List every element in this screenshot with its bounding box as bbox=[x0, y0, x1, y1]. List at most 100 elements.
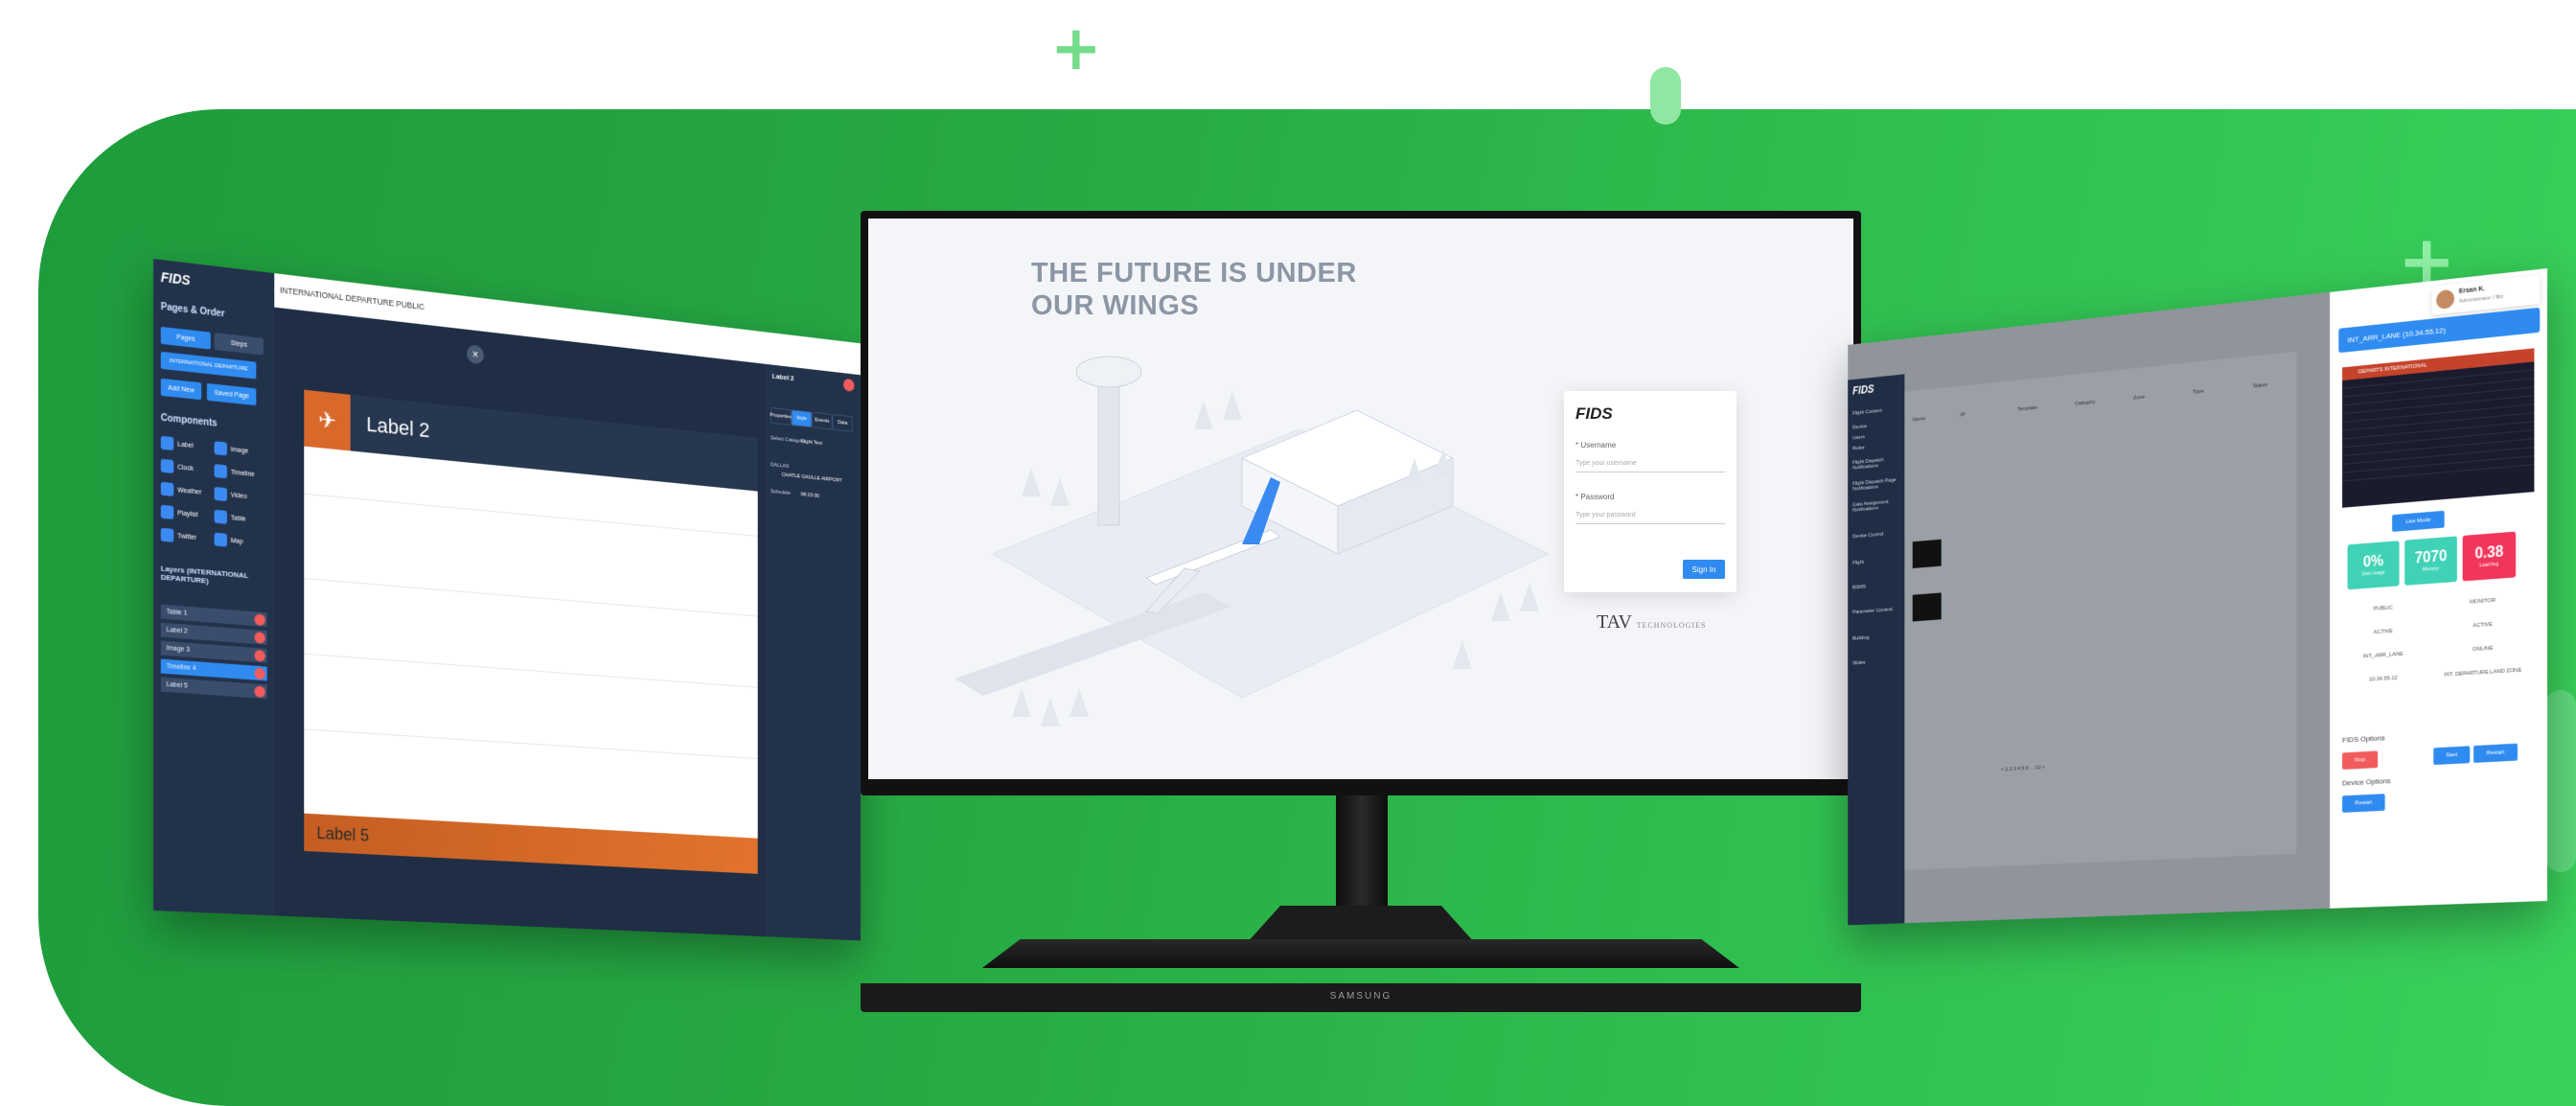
device-title: INT_ARR_LANE (10.34.55.12) bbox=[2347, 325, 2446, 344]
delete-layer-icon[interactable] bbox=[254, 684, 265, 698]
sidebar-item[interactable]: Flight bbox=[1852, 560, 1864, 565]
field-value[interactable]: 08:15:00 bbox=[801, 492, 819, 498]
page-item[interactable]: INTERNATIONAL DEPARTURE bbox=[160, 351, 257, 380]
airplane-icon: ✈ bbox=[304, 389, 351, 451]
device-thumbnail bbox=[1912, 592, 1942, 622]
stop-button[interactable]: Stop bbox=[2342, 750, 2379, 771]
tab-properties[interactable]: Properties bbox=[770, 406, 792, 426]
table-row bbox=[304, 728, 758, 760]
user-name: Ersan K. bbox=[2458, 286, 2485, 295]
column-header[interactable]: Status bbox=[2253, 382, 2267, 389]
component-twitter[interactable]: Twitter bbox=[160, 526, 209, 547]
template: INT_ARR_LANE bbox=[2362, 651, 2404, 660]
sidebar-item[interactable]: Flight Dispatch Notifications bbox=[1852, 456, 1903, 471]
component-weather[interactable]: Weather bbox=[160, 480, 209, 502]
canvas-label-5[interactable]: Label 5 bbox=[304, 813, 758, 874]
sidebar-item[interactable]: Device bbox=[1852, 424, 1867, 430]
pagination[interactable]: < 1 2 3 4 5 6 ... 10 > bbox=[2001, 765, 2045, 772]
start-button[interactable]: Start bbox=[2433, 746, 2471, 766]
device-type: MONITOR bbox=[2470, 597, 2496, 606]
delete-layer-icon[interactable] bbox=[254, 649, 265, 662]
restart-device-button[interactable]: Restart bbox=[2342, 794, 2385, 813]
restart-button[interactable]: Restart bbox=[2473, 743, 2518, 763]
twitter-icon bbox=[160, 527, 174, 542]
component-image[interactable]: Image bbox=[214, 439, 262, 461]
layers-section-title: Layers (INTERNATIONAL DEPARTURE) bbox=[160, 564, 249, 586]
table-row bbox=[304, 578, 758, 617]
user-role: Administrator / Biz bbox=[2458, 293, 2504, 305]
canvas-label-2[interactable]: ✈ Label 2 bbox=[304, 389, 758, 492]
login-screen: THE FUTURE IS UNDER OUR WINGS FIDS * Use… bbox=[868, 219, 1853, 779]
device-thumbnail bbox=[1912, 539, 1942, 568]
sidebar-item[interactable]: Device Control bbox=[1852, 532, 1883, 540]
sidebar-item[interactable]: Flight Content bbox=[1852, 408, 1882, 417]
device-management-screen: FIDS Flight Content Device Users Roles F… bbox=[1848, 268, 2547, 926]
field-value[interactable]: CHATLE GAULLE AIRPORT bbox=[782, 472, 842, 484]
delete-layer-icon[interactable] bbox=[254, 612, 265, 626]
weather-icon bbox=[160, 481, 174, 496]
sidebar-item[interactable]: Roles bbox=[1852, 446, 1865, 452]
tab-data[interactable]: Data bbox=[832, 414, 853, 432]
device-status: ACTIVE bbox=[2373, 628, 2393, 636]
component-table[interactable]: Table bbox=[214, 508, 262, 529]
field-label: Schedule bbox=[770, 489, 791, 496]
sidebar-item[interactable]: Gate Assignment Notifications bbox=[1852, 498, 1903, 513]
monitor-brand: SAMSUNG bbox=[1329, 991, 1392, 1002]
login-card: FIDS * Username Type your username * Pas… bbox=[1564, 391, 1736, 592]
sidebar-item[interactable]: Users bbox=[1852, 435, 1865, 442]
column-header[interactable]: IP bbox=[1961, 412, 1966, 418]
column-header[interactable]: Zone bbox=[2133, 395, 2145, 402]
design-canvas[interactable]: ✈ Label 2 Label 5 bbox=[304, 389, 758, 874]
page-title: INTERNATIONAL DEPARTURE PUBLIC bbox=[279, 285, 425, 312]
tab-events[interactable]: Events bbox=[812, 411, 833, 430]
network-status: ONLINE bbox=[2472, 645, 2494, 654]
sidebar-item[interactable]: BSMS bbox=[1852, 585, 1866, 591]
sidebar-item[interactable]: Flight Dispatch Page Notifications bbox=[1852, 477, 1903, 492]
tab-style[interactable]: Style bbox=[791, 409, 813, 428]
delete-icon[interactable] bbox=[843, 378, 855, 392]
username-field[interactable]: Type your username bbox=[1576, 454, 1725, 472]
device-detail-panel: Ersan K. Administrator / Biz INT_ARR_LAN… bbox=[2330, 268, 2547, 909]
stat-card: 0.38 Load Avg bbox=[2462, 531, 2517, 582]
add-new-button[interactable]: Add New bbox=[160, 378, 202, 401]
sign-in-button[interactable]: Sign In bbox=[1683, 560, 1725, 579]
component-timeline[interactable]: Timeline bbox=[214, 462, 262, 484]
tab-pages[interactable]: Pages bbox=[160, 326, 211, 350]
label-icon bbox=[160, 435, 174, 451]
headline: THE FUTURE IS UNDER OUR WINGS bbox=[1031, 258, 1357, 321]
component-clock[interactable]: Clock bbox=[160, 457, 209, 479]
close-icon[interactable]: × bbox=[467, 344, 484, 365]
column-header[interactable]: Category bbox=[2075, 400, 2095, 407]
sidebar-item[interactable]: Parameter Content bbox=[1852, 607, 1903, 615]
component-map[interactable]: Map bbox=[214, 531, 262, 552]
fids-options-title: FIDS Options bbox=[2342, 733, 2385, 745]
properties-panel: Label 2 Properties Style Events Data Sel… bbox=[766, 363, 861, 941]
password-field[interactable]: Type your password bbox=[1576, 506, 1725, 524]
delete-layer-icon[interactable] bbox=[254, 631, 265, 644]
device-header: INT_ARR_LANE (10.34.55.12) bbox=[2338, 307, 2541, 354]
live-mode-button[interactable]: Live Mode bbox=[2392, 510, 2445, 532]
device-table: Name IP Template Category Zone Type Stat… bbox=[1904, 351, 2297, 870]
component-label[interactable]: Label bbox=[160, 434, 209, 456]
sidebar-item[interactable]: Building bbox=[1852, 635, 1869, 642]
plus-decoration-icon: + bbox=[1050, 13, 1102, 84]
layer-item[interactable]: Label 5 bbox=[160, 677, 267, 700]
password-label: * Password bbox=[1576, 493, 1615, 501]
component-playlist[interactable]: Playlist bbox=[160, 503, 209, 524]
tab-steps[interactable]: Steps bbox=[214, 333, 264, 356]
fids-logo: FIDS bbox=[1576, 404, 1613, 423]
airport-illustration bbox=[954, 356, 1551, 726]
sidebar-item[interactable]: Slides bbox=[1852, 660, 1865, 666]
field-value[interactable]: Flight Text bbox=[801, 439, 822, 447]
column-header[interactable]: Template bbox=[2017, 405, 2037, 413]
saved-page-button[interactable]: Saved Page bbox=[206, 382, 257, 406]
properties-title: Label 2 bbox=[771, 372, 794, 382]
column-header[interactable]: Name bbox=[1913, 416, 1925, 423]
timeline-icon bbox=[214, 464, 227, 479]
field-label: DALLAS bbox=[770, 462, 790, 470]
monitor-bezel: SAMSUNG bbox=[861, 983, 1861, 1012]
delete-layer-icon[interactable] bbox=[254, 667, 265, 680]
column-header[interactable]: Type bbox=[2193, 389, 2204, 396]
stat-card: 0% Disk Usage bbox=[2347, 541, 2400, 590]
component-video[interactable]: Video bbox=[214, 485, 262, 506]
